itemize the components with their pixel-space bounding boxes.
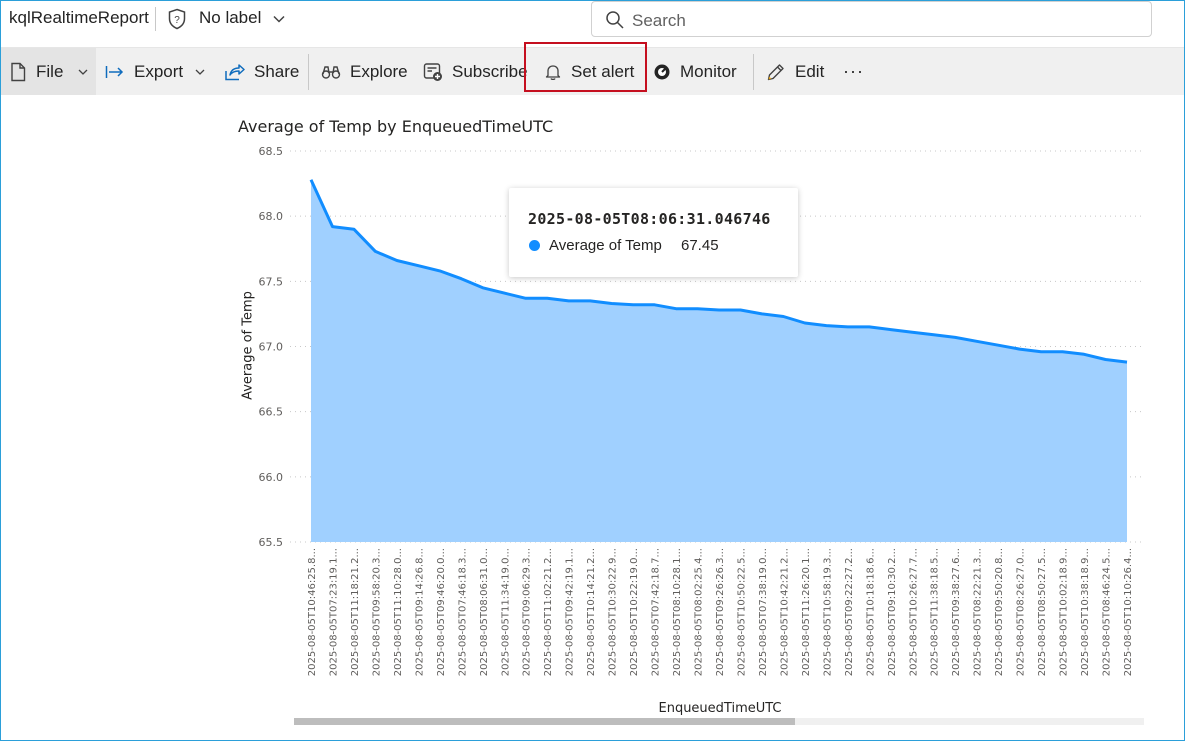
x-tick-label: 2025-08-05T08:46:24.5...: [1102, 548, 1113, 676]
x-tick-label: 2025-08-05T08:10:28.1...: [672, 548, 683, 676]
x-tick-label: 2025-08-05T07:23:19.1...: [328, 548, 339, 676]
x-tick-label: 2025-08-05T09:46:20.0...: [436, 548, 447, 676]
x-tick-label: 2025-08-05T10:22:19.0...: [629, 548, 640, 676]
x-tick-label: 2025-08-05T09:10:30.2...: [887, 548, 898, 676]
x-tick-label: 2025-08-05T10:14:21.2...: [586, 548, 597, 676]
x-tick-label: 2025-08-05T10:42:21.2...: [779, 548, 790, 676]
x-tick-label: 2025-08-05T10:58:19.3...: [822, 548, 833, 676]
x-tick-label: 2025-08-05T09:50:20.8...: [994, 548, 1005, 676]
x-tick-label: 2025-08-05T09:06:29.3...: [522, 548, 533, 676]
chart-tooltip: 2025-08-05T08:06:31.046746 Average of Te…: [509, 188, 798, 277]
y-tick-label: 65.5: [259, 536, 284, 549]
y-tick-label: 68.5: [259, 145, 284, 158]
y-tick-label: 68.0: [259, 210, 284, 223]
x-tick-label: 2025-08-05T11:38:18.5...: [930, 548, 941, 676]
x-tick-label: 2025-08-05T09:26:26.3...: [715, 548, 726, 676]
x-tick-label: 2025-08-05T08:50:27.5...: [1037, 548, 1048, 676]
x-axis-title: EnqueuedTimeUTC: [658, 701, 782, 716]
x-tick-label: 2025-08-05T10:02:18.9...: [1059, 548, 1070, 676]
x-tick-label: 2025-08-05T09:58:20.3...: [371, 548, 382, 676]
x-tick-label: 2025-08-05T11:34:19.0...: [500, 548, 511, 676]
horizontal-scrollbar-thumb[interactable]: [294, 718, 795, 725]
tooltip-value: 67.45: [681, 237, 719, 254]
tooltip-title: 2025-08-05T08:06:31.046746: [528, 210, 771, 228]
x-tick-label: 2025-08-05T08:02:25.4...: [694, 548, 705, 676]
x-tick-label: 2025-08-05T11:18:21.2...: [350, 548, 361, 676]
x-tick-label: 2025-08-05T11:10:28.0...: [393, 548, 404, 676]
y-tick-label: 67.0: [259, 341, 284, 354]
x-tick-label: 2025-08-05T09:38:27.6...: [951, 548, 962, 676]
x-tick-label: 2025-08-05T09:14:26.8...: [414, 548, 425, 676]
x-tick-label: 2025-08-05T07:46:18.3...: [457, 548, 468, 676]
tooltip-series-name: Average of Temp: [549, 237, 662, 254]
x-tick-label: 2025-08-05T11:26:20.1...: [801, 548, 812, 676]
x-tick-label: 2025-08-05T10:18:18.6...: [865, 548, 876, 676]
y-axis-title: Average of Temp: [240, 291, 256, 400]
x-tick-label: 2025-08-05T08:22:21.3...: [973, 548, 984, 676]
x-tick-label: 2025-08-05T09:22:27.2...: [844, 548, 855, 676]
x-tick-label: 2025-08-05T09:42:19.1...: [565, 548, 576, 676]
tooltip-series-marker: [529, 240, 540, 251]
x-tick-label: 2025-08-05T10:26:27.7...: [908, 548, 919, 676]
x-tick-label: 2025-08-05T10:50:22.5...: [736, 548, 747, 676]
y-tick-label: 67.5: [259, 275, 284, 288]
x-tick-label: 2025-08-05T08:06:31.0...: [479, 548, 490, 676]
x-tick-label: 2025-08-05T08:26:27.0...: [1016, 548, 1027, 676]
x-tick-label: 2025-08-05T11:02:21.2...: [543, 548, 554, 676]
x-tick-label: 2025-08-05T10:46:25.8...: [307, 548, 318, 676]
area-chart[interactable]: 68.5 68.0 67.5 67.0 66.5 66.0 65.5 2025-08-05T1…: [0, 0, 1185, 741]
x-tick-label: 2025-08-05T10:38:18.9...: [1080, 548, 1091, 676]
x-tick-label: 2025-08-05T07:42:18.7...: [651, 548, 662, 676]
y-tick-label: 66.5: [259, 406, 284, 419]
x-tick-label: 2025-08-05T10:10:26.4...: [1123, 548, 1134, 676]
y-tick-label: 66.0: [259, 471, 284, 484]
x-tick-label: 2025-08-05T07:38:19.0...: [758, 548, 769, 676]
x-tick-label: 2025-08-05T10:30:22.9...: [608, 548, 619, 676]
